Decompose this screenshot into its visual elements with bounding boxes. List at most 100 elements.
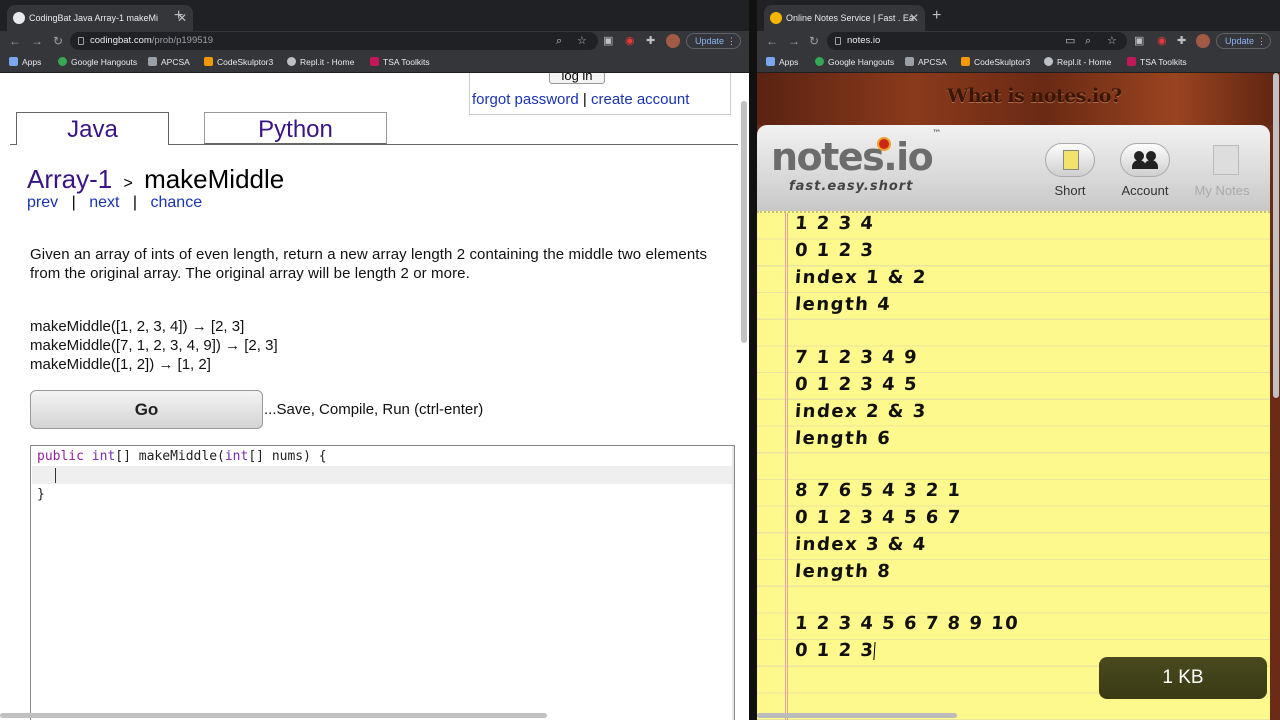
bookmark-replit[interactable]: Repl.it - Home [287,51,354,73]
browser-tab-notes[interactable]: Online Notes Service | Fast . Ea ✕ [764,5,925,31]
extensions-puzzle-icon[interactable]: ✚ [646,33,655,49]
search-icon[interactable]: ⌕ [1085,33,1091,49]
bookmarks-bar: Apps Google Hangouts APCSA CodeSkulptor3… [757,51,1280,73]
tab-strip: Online Notes Service | Fast . Ea ✕ + [757,0,1280,31]
forward-icon[interactable]: → [788,32,800,50]
bookmark-apps[interactable]: Apps [9,51,41,73]
new-tab-icon[interactable]: + [174,5,183,27]
profile-avatar[interactable] [1196,34,1210,48]
bookmark-apps[interactable]: Apps [766,51,798,73]
bookmark-codeskulptor[interactable]: CodeSkulptor3 [961,51,1030,73]
apps-grid-icon [9,57,18,66]
address-bar[interactable]: notes.io ▭ ⌕ ☆ [827,32,1127,50]
chance-link[interactable]: chance [151,194,203,211]
note-line: length 4 [794,294,893,315]
url-host: codingbat.com [90,35,152,46]
update-button[interactable]: Update ⋮ [686,33,742,49]
create-account-link[interactable]: create account [591,91,689,108]
bookmark-star-icon[interactable]: ☆ [577,33,587,49]
note-textarea[interactable]: 1 2 3 4 0 1 2 3 index 1 & 2 length 4 7 1… [757,211,1270,720]
short-button[interactable]: Short [1042,143,1098,198]
reload-icon[interactable]: ↻ [53,32,63,50]
extension-mail-icon[interactable]: ▣ [1134,33,1144,49]
note-line: index 3 & 4 [794,534,928,555]
new-tab-icon[interactable]: + [932,5,941,27]
examples: makeMiddle([1, 2, 3, 4]) → [2, 3] makeMi… [30,317,278,374]
bookmark-replit[interactable]: Repl.it - Home [1044,51,1111,73]
bookmark-tsa[interactable]: TSA Toolkits [1127,51,1187,73]
right-browser-window: Online Notes Service | Fast . Ea ✕ + ← →… [757,0,1280,720]
bookmark-hangouts[interactable]: Google Hangouts [815,51,894,73]
cast-icon[interactable]: ▭ [1065,33,1075,49]
forgot-password-link[interactable]: forgot password [472,91,579,108]
menu-dots-icon[interactable]: ⋮ [727,34,736,48]
bookmark-tsa[interactable]: TSA Toolkits [370,51,430,73]
go-hint: ...Save, Compile, Run (ctrl-enter) [264,401,484,418]
tab-strip: CodingBat Java Array-1 makeMi ✕ + [0,0,749,31]
tab-python[interactable]: Python [204,112,387,144]
bookmark-label: TSA Toolkits [383,57,430,67]
bookmark-label: Repl.it - Home [300,57,355,67]
account-icon [1120,143,1170,177]
bookmark-label: APCSA [161,57,190,67]
logo-tm: ™ [932,129,941,140]
profile-avatar[interactable] [666,34,680,48]
what-is-link[interactable]: What is notes.io? [947,85,1122,107]
bookmark-label: Apps [779,57,799,67]
editor-scroll-edge [732,446,734,720]
link-separator: | [582,91,587,108]
horizontal-scrollbar[interactable] [0,713,547,718]
tab-java[interactable]: Java [16,112,169,145]
code-editor[interactable]: public int[] makeMiddle(int[] nums) { } [30,445,735,720]
notes-logo[interactable]: notes.io™ [771,129,941,179]
vertical-scrollbar[interactable] [1273,73,1279,398]
replit-icon [1044,57,1053,66]
close-tab-icon[interactable]: ✕ [909,5,919,31]
vertical-scrollbar[interactable] [741,101,747,343]
back-icon[interactable]: ← [9,32,21,50]
my-notes-button[interactable]: My Notes [1189,143,1255,198]
note-line: 0 1 2 3 [794,240,876,261]
horizontal-scrollbar[interactable] [757,713,957,718]
extensions-puzzle-icon[interactable]: ✚ [1177,33,1186,49]
address-bar[interactable]: codingbat.com/prob/p199519 ⌕ ☆ [70,32,598,50]
code-line-close: } [37,487,45,502]
go-button[interactable]: Go [30,390,263,429]
search-icon[interactable]: ⌕ [556,33,562,49]
bookmark-apcsa[interactable]: APCSA [905,51,947,73]
note-line-text: 0 1 2 3 [794,640,876,661]
bookmark-codeskulptor[interactable]: CodeSkulptor3 [204,51,273,73]
note-line: 7 1 2 3 4 9 [794,347,919,368]
folder-icon [905,57,914,66]
browser-toolbar: ← → ↻ codingbat.com/prob/p199519 ⌕ ☆ ▣ ◉… [0,31,749,51]
update-button[interactable]: Update ⋮ [1216,33,1272,49]
example-line: makeMiddle([1, 2, 3, 4]) → [2, 3] [30,318,245,335]
code-text: [] nums) { [248,449,327,464]
window-splitter[interactable] [749,0,757,720]
example-line: makeMiddle([7, 1, 2, 3, 4, 9]) → [2, 3] [30,337,278,354]
browser-tab-codingbat[interactable]: CodingBat Java Array-1 makeMi ✕ [7,5,193,31]
hangouts-icon [815,57,824,66]
menu-dots-icon[interactable]: ⋮ [1257,34,1266,48]
extension-ublock-icon[interactable]: ◉ [1157,33,1167,49]
notes-header: notes.io™ fast.easy.short Short Account … [757,125,1270,211]
logo-text: notes.io [771,135,934,179]
extension-mail-icon[interactable]: ▣ [603,33,613,49]
paper-margin-line [785,213,788,720]
category-link[interactable]: Array-1 [27,164,112,194]
reload-icon[interactable]: ↻ [809,32,819,50]
bookmark-star-icon[interactable]: ☆ [1107,33,1117,49]
bookmark-hangouts[interactable]: Google Hangouts [58,51,137,73]
back-icon[interactable]: ← [766,32,778,50]
bookmark-apcsa[interactable]: APCSA [148,51,190,73]
forward-icon[interactable]: → [31,32,43,50]
next-link[interactable]: next [89,194,119,211]
note-line: length 8 [794,561,893,582]
bookmark-label: CodeSkulptor3 [974,57,1031,67]
prev-link[interactable]: prev [27,194,58,211]
folder-icon [148,57,157,66]
account-button[interactable]: Account [1117,143,1173,198]
login-button[interactable]: log in [549,73,605,84]
short-label: Short [1054,183,1086,198]
extension-ublock-icon[interactable]: ◉ [625,33,635,49]
